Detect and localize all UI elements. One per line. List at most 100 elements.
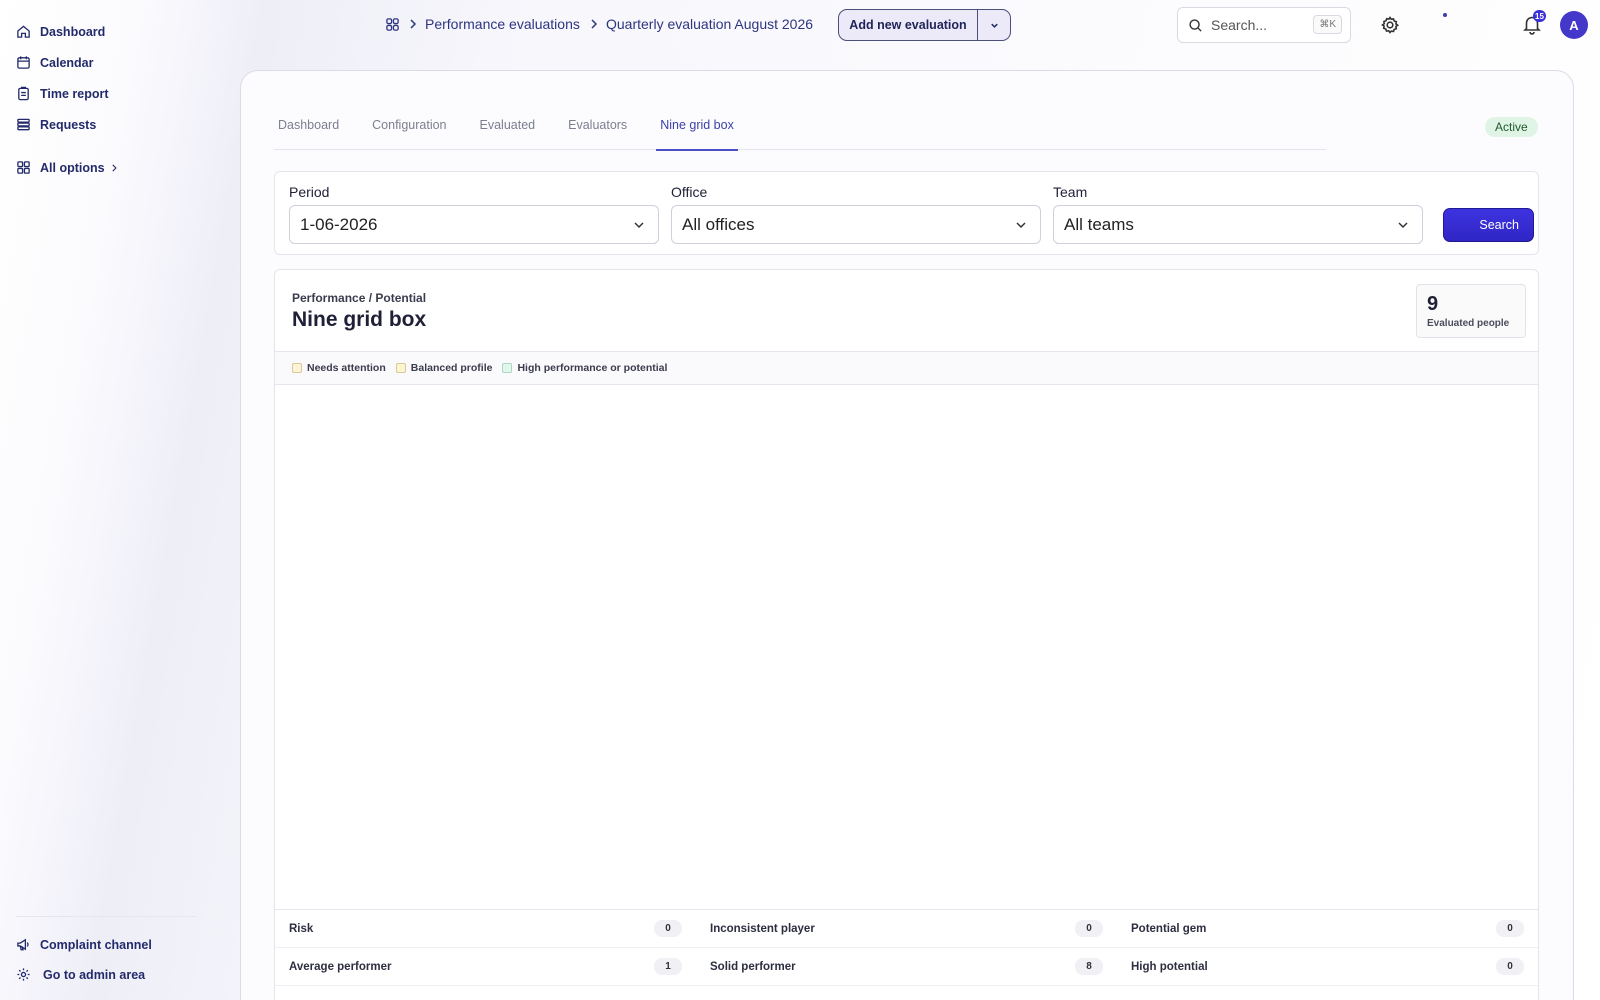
tab-bar: Dashboard Configuration Evaluated Evalua…	[274, 118, 1326, 151]
segment-label: Inconsistent player	[710, 922, 815, 935]
legend-item: Needs attention	[292, 362, 386, 374]
tab-evaluators[interactable]: Evaluators	[564, 118, 631, 150]
summary-cell-potential-gem: Potential gem 0	[1117, 910, 1538, 947]
team-select[interactable]: All teams	[1053, 205, 1423, 244]
legend-label: Needs attention	[307, 362, 386, 374]
team-label: Team	[1053, 184, 1088, 200]
office-label: Office	[671, 184, 708, 200]
evaluated-count-label: Evaluated people	[1427, 318, 1510, 329]
segment-count: 0	[654, 920, 682, 937]
add-evaluation-dropdown-toggle[interactable]	[977, 10, 1010, 40]
status-dot	[1443, 13, 1447, 17]
sidebar-item-requests[interactable]: Requests	[16, 117, 96, 132]
main-panel: Dashboard Configuration Evaluated Evalua…	[240, 70, 1574, 1000]
legend-label: High performance or potential	[517, 362, 668, 374]
tab-evaluated[interactable]: Evaluated	[476, 118, 540, 150]
segment-count: 8	[1075, 958, 1103, 975]
team-filter: Team All teams	[1053, 184, 1423, 244]
filter-bar: Period 1-06-2026 Office All offices Team…	[274, 171, 1539, 255]
legend-item: High performance or potential	[502, 362, 667, 374]
period-select[interactable]: 1-06-2026	[289, 205, 659, 244]
evaluated-count-box: 9 Evaluated people	[1416, 284, 1526, 338]
legend-swatch	[395, 363, 406, 373]
sidebar-item-label: Requests	[40, 117, 97, 132]
chevron-right-icon	[410, 19, 417, 29]
megaphone-icon	[17, 938, 29, 951]
tab-nine-grid-box[interactable]: Nine grid box	[656, 118, 738, 151]
segment-count: 0	[1496, 920, 1524, 937]
breadcrumb-current-evaluation[interactable]: Quarterly evaluation August 2026	[606, 16, 813, 32]
segment-label: High potential	[1131, 960, 1208, 973]
tab-dashboard[interactable]: Dashboard	[274, 118, 343, 150]
sidebar-item-label: Go to admin area	[43, 967, 146, 982]
sidebar-item-admin-area[interactable]: Go to admin area	[16, 967, 145, 982]
summary-cell-inconsistent-player: Inconsistent player 0	[696, 910, 1117, 947]
add-new-evaluation-button[interactable]: Add new evaluation	[839, 10, 977, 40]
period-value: 1-06-2026	[300, 214, 378, 234]
chevron-down-icon	[634, 221, 644, 228]
global-search: ⌘K	[1177, 7, 1351, 43]
sidebar-item-label: Complaint channel	[40, 937, 152, 952]
top-bar: Performance evaluations Quarterly evalua…	[0, 0, 1600, 50]
period-filter: Period 1-06-2026	[289, 184, 659, 244]
apps-icon[interactable]	[385, 17, 400, 32]
sidebar-item-calendar[interactable]: Calendar	[16, 55, 94, 70]
segment-summary: Risk 0 Inconsistent player 0 Potential g…	[275, 909, 1538, 986]
summary-row: Average performer 1 Solid performer 8 Hi…	[275, 948, 1538, 986]
add-evaluation-split-button: Add new evaluation	[838, 9, 1011, 41]
search-button[interactable]: Search	[1443, 208, 1534, 242]
summary-cell-average-performer: Average performer 1	[275, 948, 696, 985]
segment-count: 1	[654, 958, 682, 975]
search-icon	[1189, 18, 1202, 32]
team-value: All teams	[1064, 214, 1134, 234]
sidebar: Dashboard Calendar Time report Requests …	[0, 0, 230, 1000]
breadcrumb-performance-evaluations[interactable]: Performance evaluations	[425, 16, 580, 32]
sidebar-item-label: Calendar	[40, 55, 94, 70]
legend-label: Balanced profile	[410, 362, 493, 374]
clipboard-icon	[18, 86, 29, 101]
sidebar-item-complaint-channel[interactable]: Complaint channel	[16, 937, 152, 952]
calendar-icon	[17, 56, 30, 69]
search-input[interactable]	[1211, 17, 1311, 33]
tab-configuration[interactable]: Configuration	[368, 118, 450, 150]
summary-row: Risk 0 Inconsistent player 0 Potential g…	[275, 910, 1538, 948]
sidebar-item-label: All options	[40, 160, 105, 175]
period-label: Period	[289, 184, 330, 200]
legend-swatch	[502, 363, 513, 373]
office-select[interactable]: All offices	[671, 205, 1041, 244]
chevron-right-icon	[591, 19, 598, 29]
summary-cell-high-potential: High potential 0	[1117, 948, 1538, 985]
status-badge: Active	[1485, 117, 1538, 137]
avatar[interactable]: A	[1560, 11, 1588, 39]
segment-count: 0	[1075, 920, 1103, 937]
segment-label: Potential gem	[1131, 922, 1207, 935]
notification-badge: 15	[1533, 10, 1546, 22]
gear-icon	[17, 968, 30, 981]
grid-plot-area	[275, 385, 1538, 909]
chevron-down-icon	[1016, 221, 1026, 228]
office-value: All offices	[682, 214, 755, 234]
segment-label: Solid performer	[710, 960, 796, 973]
evaluated-count: 9	[1427, 293, 1439, 315]
sidebar-item-time-report[interactable]: Time report	[16, 86, 109, 101]
legend: Needs attention Balanced profile High pe…	[275, 351, 1538, 385]
grid-icon	[17, 161, 30, 174]
summary-cell-risk: Risk 0	[275, 910, 696, 947]
segment-label: Risk	[289, 922, 314, 935]
office-filter: Office All offices	[671, 184, 1041, 244]
chevron-right-icon	[111, 163, 117, 172]
legend-item: Balanced profile	[395, 362, 493, 374]
sidebar-item-all-options[interactable]: All options	[16, 160, 119, 175]
legend-swatch	[292, 363, 302, 373]
chevron-down-icon	[1398, 221, 1408, 228]
grid-subtitle: Performance / Potential	[292, 291, 427, 305]
segment-label: Average performer	[289, 960, 392, 973]
summary-cell-solid-performer: Solid performer 8	[696, 948, 1117, 985]
sidebar-divider	[16, 916, 196, 917]
list-icon	[17, 118, 30, 131]
sidebar-item-label: Time report	[40, 86, 109, 101]
chevron-down-icon	[990, 23, 998, 28]
settings-gear-icon[interactable]	[1380, 15, 1400, 35]
nine-grid-card: Performance / Potential Nine grid box 9 …	[274, 269, 1539, 1000]
page-title: Nine grid box	[292, 308, 427, 331]
